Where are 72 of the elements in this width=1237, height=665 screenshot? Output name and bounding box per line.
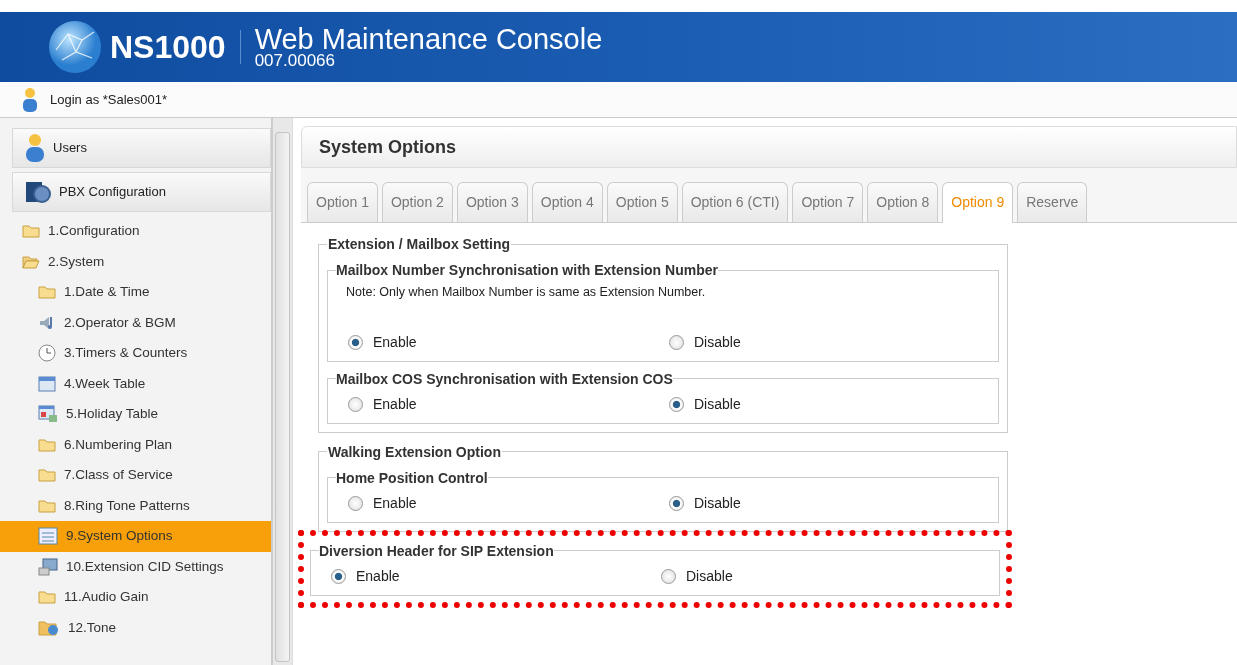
folder-note-icon — [38, 618, 60, 637]
tab[interactable]: Option 3 — [456, 182, 528, 222]
tree-item[interactable]: 2.Operator & BGM — [0, 307, 271, 338]
radio-button[interactable] — [669, 396, 684, 412]
globe-icon — [48, 20, 102, 74]
folder-icon — [22, 224, 40, 239]
group-title: Diversion Header for SIP Extension — [319, 541, 554, 560]
scrollbar[interactable] — [272, 118, 292, 665]
tab[interactable]: Option 2 — [381, 182, 453, 222]
radio-label: Enable — [356, 566, 400, 586]
tab[interactable]: Option 8 — [867, 182, 939, 222]
tab[interactable]: Option 4 — [531, 182, 603, 222]
tree-item[interactable]: 1.Date & Time — [0, 277, 271, 308]
tab[interactable]: Reserve — [1017, 182, 1088, 222]
radio-label: Disable — [694, 493, 741, 513]
group-title: Home Position Control — [336, 468, 488, 487]
tree-item[interactable]: 11.Audio Gain — [0, 582, 271, 613]
folder-icon — [38, 468, 56, 483]
radio-button[interactable] — [348, 495, 363, 511]
folder-icon — [38, 590, 56, 605]
group-title: Mailbox COS Synchronisation with Extension COS — [336, 369, 673, 388]
login-text: Login as *Sales001* — [50, 90, 168, 109]
tab[interactable]: Option 7 — [792, 182, 864, 222]
radio-label: Enable — [373, 332, 417, 352]
product-name: NS1000 — [110, 28, 226, 67]
version-number: 007.00066 — [254, 53, 336, 69]
tree-item[interactable]: 10.Extension CID Settings — [0, 551, 271, 582]
tree-item[interactable]: 7.Class of Service — [0, 460, 271, 491]
tree-item[interactable]: 2.System — [0, 246, 271, 277]
radio-label: Enable — [373, 394, 417, 414]
group-title: Mailbox Number Synchronisation with Extension Number — [336, 261, 718, 279]
tree-item[interactable]: 4.Week Table — [0, 368, 271, 399]
user-icon — [22, 86, 38, 113]
sidebar-section-header[interactable]: Users — [12, 128, 271, 168]
radio-button[interactable] — [669, 334, 684, 350]
sidebar-section-label: PBX Configuration — [59, 183, 166, 202]
radio-button[interactable] — [348, 396, 363, 412]
list-window-icon — [38, 527, 58, 546]
section-title: Extension / Mailbox Setting — [327, 235, 512, 253]
section-title: Walking Extension Option — [327, 442, 502, 461]
radio-label: Disable — [686, 566, 733, 586]
radio-button[interactable] — [348, 334, 363, 350]
folder-icon — [38, 285, 56, 300]
panel-title: System Options — [301, 126, 1237, 168]
tab[interactable]: Option 5 — [606, 182, 678, 222]
tree-item[interactable]: 5.Holiday Table — [0, 399, 271, 430]
tree-item[interactable]: 12.Tone — [0, 612, 271, 643]
radio-label: Disable — [694, 394, 741, 414]
radio-button[interactable] — [661, 568, 676, 584]
tree-item[interactable]: 3.Timers & Counters — [0, 338, 271, 369]
folder-icon — [38, 437, 56, 452]
radio-label: Enable — [373, 493, 417, 513]
radio-button[interactable] — [331, 568, 346, 584]
sidebar-section-header[interactable]: PBX Configuration — [12, 172, 271, 212]
clock-icon — [38, 344, 56, 363]
tree-item[interactable]: 6.Numbering Plan — [0, 429, 271, 460]
console-title: Web Maintenance Console — [254, 25, 603, 53]
tab[interactable]: Option 6 (CTI) — [681, 182, 789, 222]
monitor-icon — [38, 557, 58, 576]
open-folder-icon — [22, 254, 40, 269]
folder-icon — [38, 498, 56, 513]
sidebar-section-label: Users — [53, 139, 87, 158]
user-icon — [25, 133, 45, 163]
calendar-icon — [38, 405, 58, 424]
tree-item[interactable]: 8.Ring Tone Patterns — [0, 490, 271, 521]
note-text: Note: Only when Mailbox Number is same as Extension Number. — [346, 284, 706, 301]
radio-button[interactable] — [669, 495, 684, 511]
radio-label: Disable — [694, 332, 741, 352]
tree-item[interactable]: 1.Configuration — [0, 216, 271, 247]
tree-item[interactable]: 9.System Options — [0, 521, 271, 552]
tab[interactable]: Option 1 — [307, 182, 378, 222]
calendar-icon — [38, 375, 56, 392]
